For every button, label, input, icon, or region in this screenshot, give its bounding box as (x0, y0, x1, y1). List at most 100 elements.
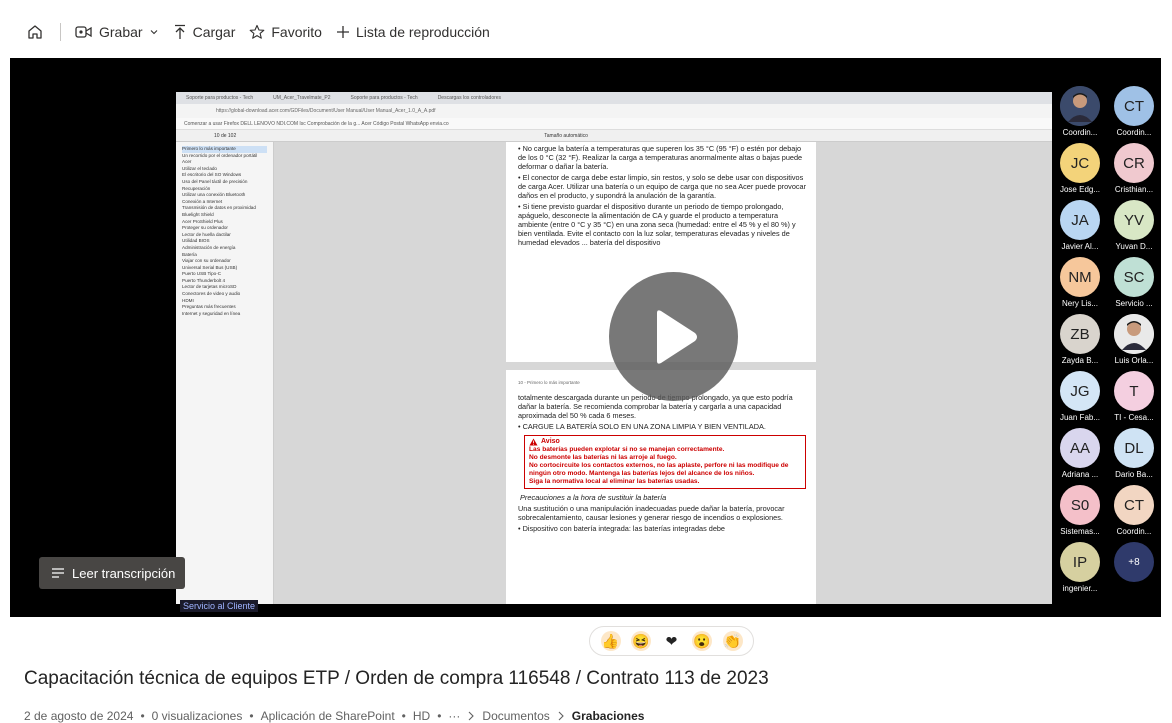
pdf-outline-item: Universal Serial Bus (USB) (182, 264, 238, 270)
dot-separator: • (140, 709, 145, 723)
participant-name: Coordin... (1116, 527, 1152, 536)
more-breadcrumb-button[interactable]: ··· (448, 709, 460, 723)
chevron-right-icon (469, 711, 475, 721)
participant-initials: CR (1123, 154, 1145, 172)
star-icon (250, 24, 265, 39)
pdf-outline-item: Uso del Panel táctil de precisión (182, 178, 248, 184)
command-toolbar: Grabar Cargar Favorito Lista de reproduc… (24, 18, 504, 46)
participant-tile: JC Jose Edg... (1053, 143, 1107, 203)
favorite-label: Favorito (271, 24, 322, 40)
participant-tile: JA Javier Al... (1053, 200, 1107, 260)
participant-photo (1060, 86, 1100, 126)
source-app: Aplicación de SharePoint (260, 709, 395, 723)
toolbar-divider (60, 23, 61, 41)
pdf-outline-item: Primero lo más importante (182, 146, 267, 153)
pdf-outline-item: Viajar con su ordenador (182, 258, 231, 264)
record-button[interactable]: Grabar (75, 24, 159, 40)
browser-tab: Descargas los controladores (437, 95, 502, 101)
surprised-reaction-icon[interactable]: 😮 (692, 631, 712, 651)
record-camera-icon (75, 26, 92, 38)
browser-tab: UM_Acer_Travelmate_P2 (273, 95, 331, 101)
pdf-outline-item: Un recorrido por el ordenador portátil A… (182, 152, 258, 165)
person-photo-icon (1060, 86, 1100, 126)
plus-icon (336, 26, 349, 38)
participant-photo (1114, 314, 1154, 354)
participant-avatar: JA (1060, 200, 1100, 240)
pdf-outline-item: Proteger su ordenador (182, 225, 228, 231)
heart-reaction-icon[interactable]: ❤ (661, 631, 682, 651)
breadcrumb-grabaciones[interactable]: Grabaciones (572, 709, 645, 723)
upload-icon (174, 24, 185, 39)
participant-avatar: CT (1114, 485, 1154, 525)
participant-initials: SC (1123, 268, 1145, 286)
video-metadata: 2 de agosto de 2024 • 0 visualizaciones … (24, 709, 644, 723)
reactions-bar: 👍 😆 ❤ 😮 👏 (589, 626, 754, 656)
warning-title: Aviso (541, 438, 560, 445)
home-button[interactable] (24, 21, 46, 43)
warning-line: No desmonte las baterías ni las arroje a… (529, 454, 677, 461)
playlist-button[interactable]: Lista de reproducción (336, 24, 490, 40)
pdf-subheading: Precauciones a la hora de sustituir la b… (520, 493, 667, 502)
record-label: Grabar (99, 24, 143, 40)
warning-line: No cortocircuite los contactos externos,… (529, 462, 789, 477)
participant-name: TI - Cesa... (1114, 413, 1154, 422)
participant-initials: CT (1124, 97, 1144, 115)
participant-tile: AA Adriana ... (1053, 428, 1107, 488)
pdf-page-indicator: 10 de 102 (214, 132, 237, 139)
person-photo-icon (1114, 314, 1154, 354)
participant-tile: Coordin... (1053, 86, 1107, 146)
upload-button[interactable]: Cargar (173, 24, 236, 40)
pdf-outline-item: Administración de energía (182, 244, 236, 250)
browser-address-bar: https://global-download.acer.com/GDFiles… (176, 104, 1052, 118)
pdf-paragraph: Una sustitución o una manipulación inade… (518, 504, 785, 522)
participant-avatar: CT (1114, 86, 1154, 126)
bookmarks-text: Comenzar a usar Firefox DELL LENOVO NDI.… (184, 120, 449, 127)
browser-bookmarks-bar: Comenzar a usar Firefox DELL LENOVO NDI.… (176, 118, 1052, 130)
pdf-outline-item: Utilizar el teclado (182, 165, 217, 171)
upload-date: 2 de agosto de 2024 (24, 709, 134, 723)
favorite-button[interactable]: Favorito (249, 24, 322, 40)
pdf-outline-item: Conectores de video y audio (182, 291, 241, 297)
participant-tile: IP ingenier... (1053, 542, 1107, 602)
participant-name: Adriana ... (1061, 470, 1099, 479)
participant-name: Coordin... (1062, 128, 1098, 137)
pdf-toolbar: 10 de 102 Tamaño automático (176, 130, 1052, 142)
laugh-reaction-icon[interactable]: 😆 (631, 631, 651, 651)
participant-initials: ZB (1070, 325, 1090, 343)
participant-name: ingenier... (1062, 584, 1098, 593)
participant-avatar: S0 (1060, 485, 1100, 525)
participant-initials: DL (1124, 439, 1144, 457)
breadcrumb-documentos[interactable]: Documentos (482, 709, 549, 723)
pdf-outline-item: Bluelight Shield (182, 211, 214, 217)
pdf-outline-item: Puerto Thunderbolt 4 (182, 277, 226, 283)
warning-line: Siga la normativa local al eliminar las … (529, 478, 700, 485)
read-transcript-button[interactable]: Leer transcripción (39, 557, 185, 589)
pdf-outline-item: Internet y seguridad en línea (182, 310, 241, 316)
pdf-outline-item: El escritorio del SO Windows (182, 172, 242, 178)
clap-reaction-icon[interactable]: 👏 (722, 631, 743, 651)
view-count: 0 visualizaciones (151, 709, 243, 723)
pdf-outline-item: Recuperación (182, 185, 211, 191)
play-button[interactable] (609, 272, 738, 401)
warning-icon (529, 438, 538, 446)
upload-label: Cargar (192, 24, 236, 40)
pdf-outline-item: Lector de huella dactilar (182, 231, 231, 237)
participant-avatar: DL (1114, 428, 1154, 468)
participant-initials: IP (1072, 553, 1088, 571)
pdf-outline-item: Acer ProShield Plus (182, 218, 223, 224)
dot-separator: • (401, 709, 406, 723)
participant-name: Zayda B... (1061, 356, 1099, 365)
participant-avatar: JC (1060, 143, 1100, 183)
participant-tile: CR Cristhian... (1107, 143, 1161, 203)
video-player[interactable]: Soporte para productos - Tech UM_Acer_Tr… (10, 58, 1161, 617)
participant-name: Luis Orla... (1114, 356, 1154, 365)
participant-avatar: AA (1060, 428, 1100, 468)
participant-name: Servicio ... (1115, 299, 1153, 308)
active-speaker-label: Servicio al Cliente (180, 600, 259, 612)
participant-avatar: CR (1114, 143, 1154, 183)
read-transcript-label: Leer transcripción (72, 565, 176, 581)
pdf-outline-item: HDMI (182, 297, 194, 303)
participant-initials: S0 (1070, 496, 1090, 514)
thumbs-up-reaction-icon[interactable]: 👍 (600, 631, 621, 651)
pdf-outline-item: Lector de tarjetas microSD (182, 284, 237, 290)
